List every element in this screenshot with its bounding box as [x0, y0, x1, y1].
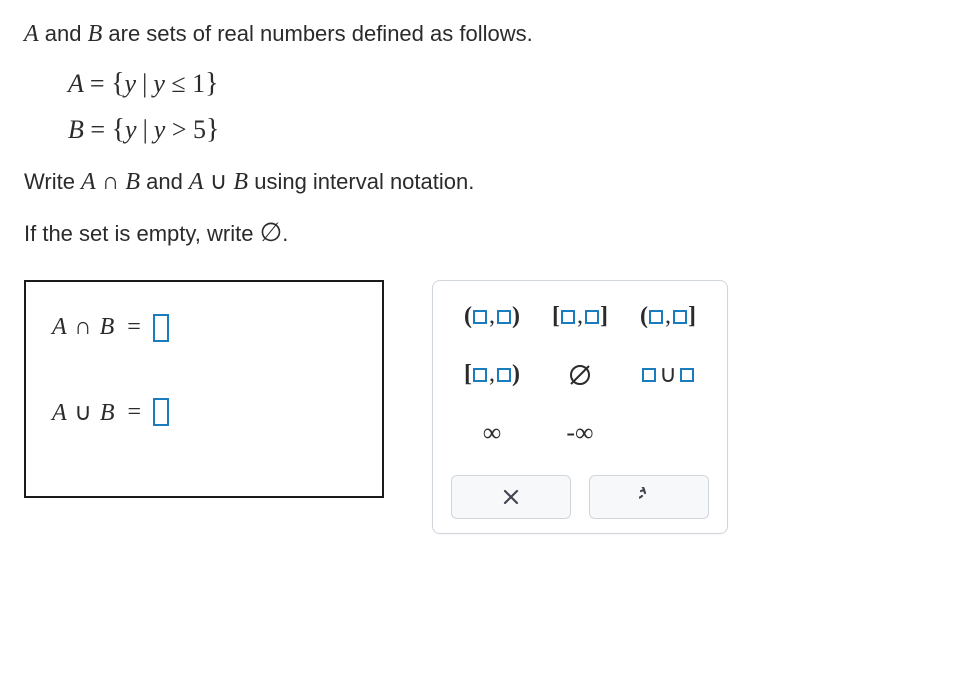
set-A-symbol: A [24, 21, 39, 47]
union-template-button[interactable]: ∪ [627, 355, 709, 395]
definition-B: B = {y|y > 5} [68, 114, 938, 146]
answer-box: A ∩ B = A ∪ B = [24, 280, 384, 498]
infinity-button[interactable]: ∞ [451, 413, 533, 453]
union-label: A ∪ B [52, 398, 115, 427]
interval-closed-open-button[interactable]: [,) [451, 355, 533, 395]
neg-infinity-button[interactable]: -∞ [539, 413, 621, 453]
undo-icon [639, 487, 659, 507]
instruction-empty: If the set is empty, write ∅. [24, 215, 938, 251]
intersection-label: A ∩ B [52, 314, 115, 341]
interval-open-open-button[interactable]: (,) [451, 297, 533, 337]
equals-sign-2: = [123, 399, 145, 426]
intersection-row: A ∩ B = [52, 314, 356, 342]
interval-open-closed-button[interactable]: (,] [627, 297, 709, 337]
undo-button[interactable] [589, 475, 709, 519]
interval-closed-closed-button[interactable]: [,] [539, 297, 621, 337]
empty-set-icon [567, 362, 593, 388]
instruction-write: Write A ∩ B and A ∪ B using interval not… [24, 166, 938, 200]
union-input[interactable] [153, 398, 169, 426]
problem-intro: A and B are sets of real numbers defined… [24, 18, 938, 52]
close-icon [502, 488, 520, 506]
empty-set-button[interactable] [539, 355, 621, 395]
intersection-input[interactable] [153, 314, 169, 342]
equals-sign: = [123, 314, 145, 341]
keypad: (,) [,] (,] [,) [432, 280, 728, 534]
keypad-spacer [627, 413, 709, 453]
definition-A: A = {y|y ≤ 1} [68, 68, 938, 100]
set-B-symbol: B [88, 21, 103, 47]
union-row: A ∪ B = [52, 398, 356, 427]
clear-button[interactable] [451, 475, 571, 519]
